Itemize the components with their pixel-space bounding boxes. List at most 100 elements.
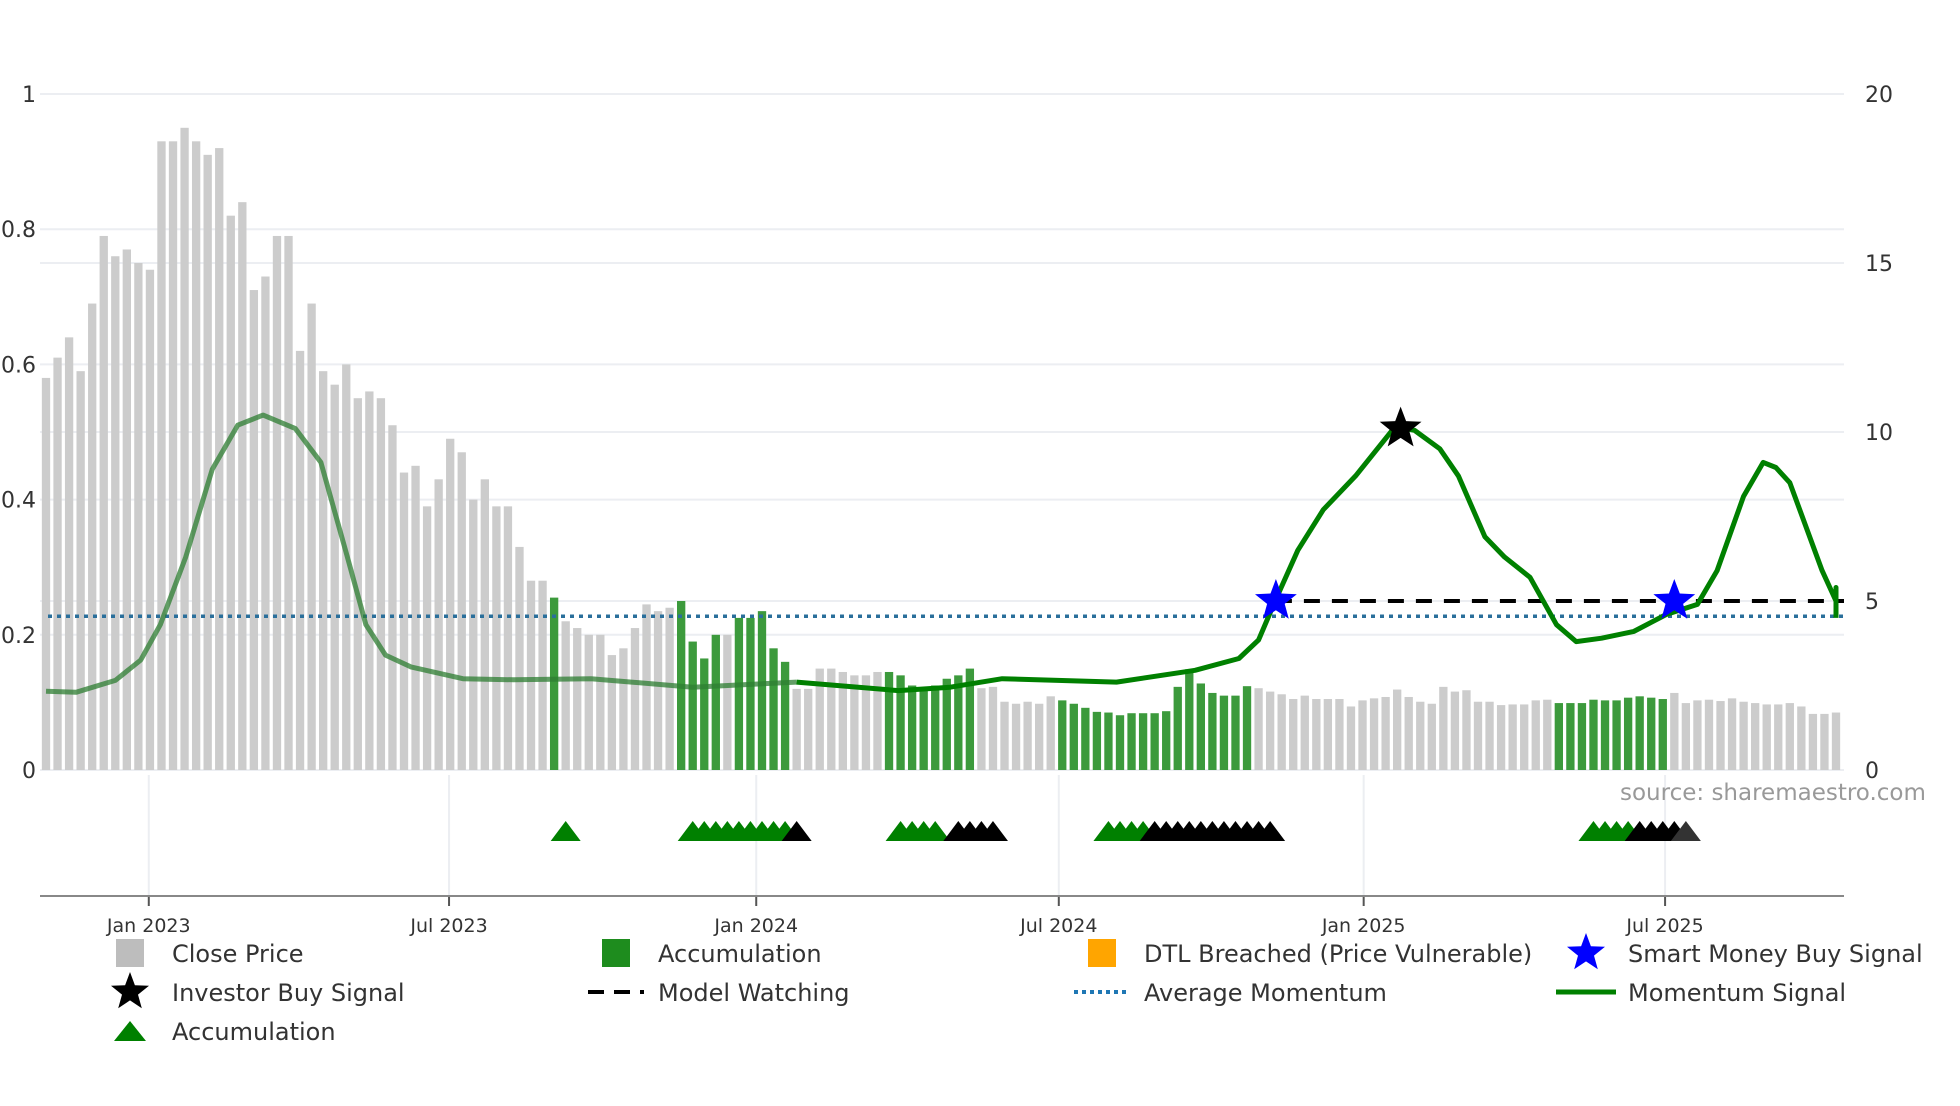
legend-square-icon [602,939,630,967]
close-price-bar [1543,699,1552,770]
legend-square-icon [1088,939,1116,967]
close-price-bar [134,263,143,770]
close-price-bar [365,391,374,770]
legend-item: Accumulation [114,1018,336,1046]
legend-label: Investor Buy Signal [172,979,405,1007]
close-price-bar [792,688,801,770]
accumulation-bar [1138,713,1148,770]
close-price-bar [88,303,97,770]
close-price-bar [619,648,628,770]
left-axis-tick: 0 [22,759,36,784]
close-price-bar [1289,699,1298,770]
close-price-bar [1462,690,1471,770]
accumulation-bar [1162,711,1171,770]
close-price-bar [1520,704,1529,770]
close-price-bar [469,499,478,770]
close-price-bar [64,337,74,770]
close-price-bar [1035,703,1044,770]
close-price-bar [515,546,524,770]
close-price-bar [180,127,189,771]
legend-label: Accumulation [658,940,822,968]
close-price-bar [307,303,316,770]
close-price-bar [295,350,305,770]
right-axis-tick: 20 [1865,83,1893,108]
close-price-bar [1808,713,1818,770]
accumulation-bar [919,688,928,770]
accumulation-bar [1173,686,1182,770]
accumulation-bar [1127,713,1136,770]
left-axis-tick: 1 [22,83,36,108]
x-axis-tick: Jan 2024 [713,915,798,937]
close-price-bar [319,371,328,770]
legend-star-icon [111,972,149,1009]
close-price-bar [261,276,270,770]
close-price-bar [1254,688,1263,770]
close-price-bar [388,425,397,770]
legend-item: Smart Money Buy Signal [1567,933,1923,970]
close-price-bar [1727,698,1737,770]
legend-item: Accumulation [602,939,822,968]
legend-item: Average Momentum [1074,979,1387,1007]
legend-square-icon [116,939,144,967]
accumulation-bar [1647,697,1656,770]
close-price-bar [1751,703,1760,770]
close-price-bar [203,154,212,771]
close-price-bar [1393,689,1402,770]
legend-label: DTL Breached (Price Vulnerable) [1144,940,1532,968]
accumulation-bar [1208,692,1217,770]
close-price-bar [1346,706,1356,770]
close-price-bar [1000,701,1009,770]
close-price-bar [1774,704,1783,770]
legend-label: Average Momentum [1144,979,1387,1007]
x-axis-tick: Jul 2025 [1625,915,1703,937]
accumulation-bar [907,685,917,770]
accumulation-bar [1612,700,1621,770]
close-price-bar [1704,699,1714,770]
accumulation-bar [746,617,755,770]
left-axis-tick: 0.6 [1,353,36,378]
accumulation-bar [757,611,767,770]
signal-markers [550,406,1701,841]
close-price-bar [446,438,455,770]
close-price-bar [596,634,605,770]
close-price-bar [1358,700,1367,770]
close-price-bar [538,580,547,770]
close-price-bar [226,215,235,770]
accumulation-bar [1554,703,1563,770]
right-axis-tick: 15 [1865,252,1893,277]
close-price-bar [376,398,386,770]
close-price-bar [238,202,247,770]
close-price-bar [1404,696,1413,770]
accumulation-bar [1658,699,1667,770]
left-axis-tick: 0.2 [1,624,36,649]
close-price-bar [1011,703,1021,770]
accumulation-bar [1185,669,1194,770]
close-price-bar [272,235,282,770]
legend-label: Model Watching [658,979,850,1007]
accumulation-bar [1092,711,1102,770]
legend: Close Price Accumulation DTL Breached (Pri… [111,933,1923,1046]
close-price-bar [665,607,674,770]
close-price-bar [1335,699,1344,770]
close-price-bar [422,506,432,770]
close-price-bar [1323,699,1333,770]
legend-triangle-icon [114,1021,146,1041]
close-price-bar [284,235,293,770]
close-price-bar [1693,700,1702,770]
accumulation-bar [1577,703,1587,770]
x-axis-tick: Jul 2023 [409,915,487,937]
close-price-bar [76,371,85,770]
left-axis-tick: 0.4 [1,489,36,514]
close-price-bar [1739,701,1748,770]
accumulation-bar [1196,683,1205,770]
source-label: source: sharemaestro.com [1620,780,1926,806]
legend-item: DTL Breached (Price Vulnerable) [1088,939,1532,968]
accumulation-bar [942,678,951,770]
accumulation-bar [1104,712,1113,770]
close-price-bar [723,634,732,770]
x-axis-tick: Jan 2023 [106,915,191,937]
close-price-bar [988,686,998,770]
accumulation-bar [931,685,940,770]
accumulation-bar [711,634,720,770]
close-price-bar [1681,703,1691,770]
